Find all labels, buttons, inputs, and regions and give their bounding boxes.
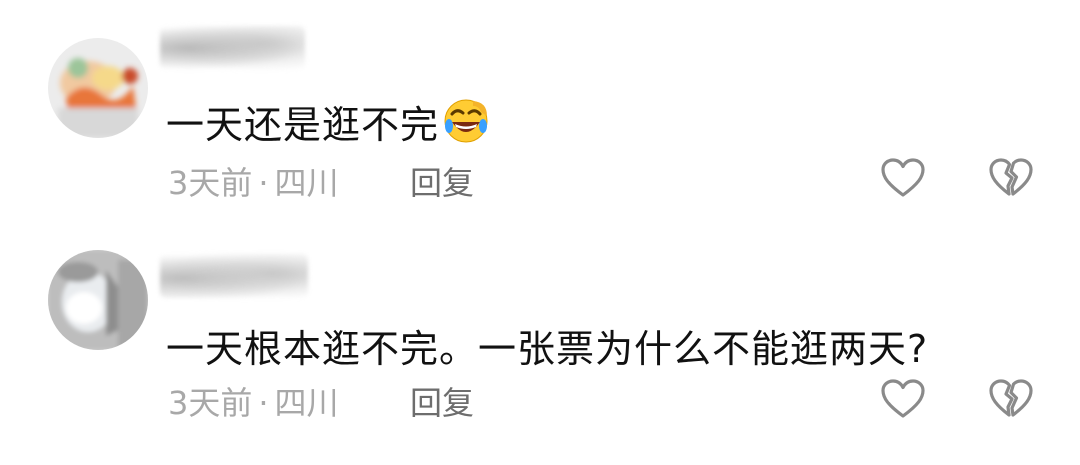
comment-meta: 3天前 · 四川 [168, 158, 339, 204]
comment-meta: 3天前 · 四川 [168, 378, 339, 424]
comment-text: 一天还是逛不完 [166, 94, 489, 153]
username-blurred[interactable] [160, 254, 308, 298]
heart-outline-icon[interactable] [880, 378, 926, 420]
avatar[interactable] [48, 250, 148, 350]
comment-time: 3天前 [168, 384, 253, 422]
avatar[interactable] [48, 38, 148, 138]
comment-location: 四川 [274, 164, 339, 202]
comment-text-content: 一天还是逛不完 [166, 103, 440, 147]
broken-heart-outline-icon[interactable] [988, 157, 1034, 199]
rolling-on-floor-laughing-emoji-icon [443, 98, 489, 153]
heart-outline-icon[interactable] [880, 157, 926, 199]
comment-item: 一天还是逛不完 3天前 · 四川 回复 [0, 0, 1080, 220]
meta-separator: · [258, 164, 269, 202]
meta-separator: · [258, 384, 269, 422]
comment-location: 四川 [274, 384, 339, 422]
reply-button[interactable]: 回复 [410, 378, 474, 424]
comment-text: 一天根本逛不完。一张票为什么不能逛两天? [166, 327, 929, 371]
reply-button[interactable]: 回复 [410, 158, 474, 204]
broken-heart-outline-icon[interactable] [988, 378, 1034, 420]
comment-item: 一天根本逛不完。一张票为什么不能逛两天? 3天前 · 四川 回复 [0, 230, 1080, 450]
username-blurred[interactable] [160, 26, 305, 70]
comment-time: 3天前 [168, 164, 253, 202]
